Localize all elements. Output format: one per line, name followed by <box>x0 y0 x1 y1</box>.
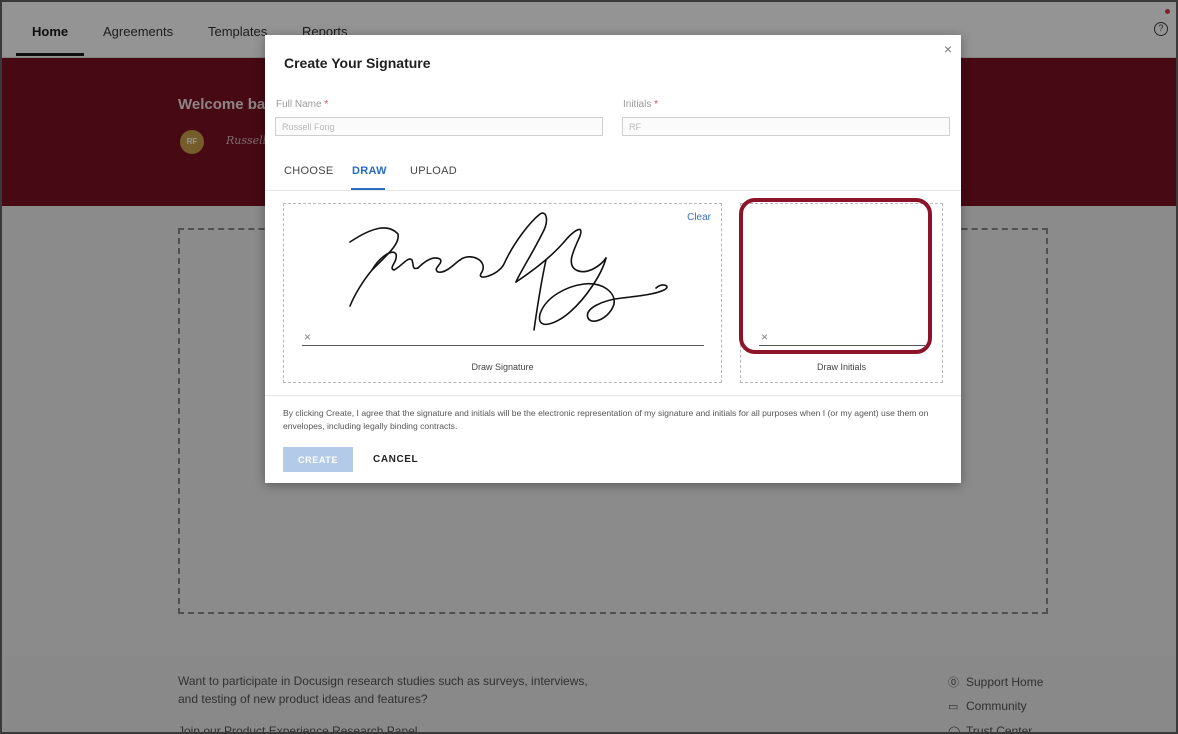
close-icon[interactable]: × <box>944 41 952 57</box>
draw-signature-caption: Draw Signature <box>471 362 534 372</box>
draw-initials-caption: Draw Initials <box>816 362 866 372</box>
cancel-button[interactable]: CANCEL <box>373 447 418 472</box>
required-asterisk: * <box>324 99 329 110</box>
initials-field[interactable] <box>622 117 950 136</box>
signature-method-tabs: CHOOSE DRAW UPLOAD <box>265 155 961 191</box>
clear-signature-link[interactable]: Clear <box>687 212 711 223</box>
tab-choose[interactable]: CHOOSE <box>284 165 333 177</box>
app-window: Home Agreements Templates Reports ? Welc… <box>0 0 1178 734</box>
signature-baseline <box>302 345 704 346</box>
active-tab-underline <box>351 188 385 190</box>
tab-draw[interactable]: DRAW <box>352 165 387 177</box>
dialog-title: Create Your Signature <box>284 55 431 71</box>
required-asterisk: * <box>654 99 659 110</box>
drawn-signature-strokes <box>349 212 668 331</box>
create-button[interactable]: CREATE <box>283 447 353 472</box>
draw-signature-pad[interactable]: Clear × Draw Signature <box>283 203 722 383</box>
tab-upload[interactable]: UPLOAD <box>410 165 457 177</box>
initials-highlight-annotation <box>739 198 932 354</box>
section-divider <box>265 395 961 396</box>
legal-disclosure: By clicking Create, I agree that the sig… <box>283 408 929 431</box>
signature-x-mark: × <box>304 330 312 344</box>
full-name-label-text: Full Name <box>276 99 322 110</box>
initials-label: Initials * <box>623 99 658 110</box>
full-name-label: Full Name * <box>276 99 328 110</box>
full-name-field[interactable] <box>275 117 603 136</box>
initials-label-text: Initials <box>623 99 652 110</box>
